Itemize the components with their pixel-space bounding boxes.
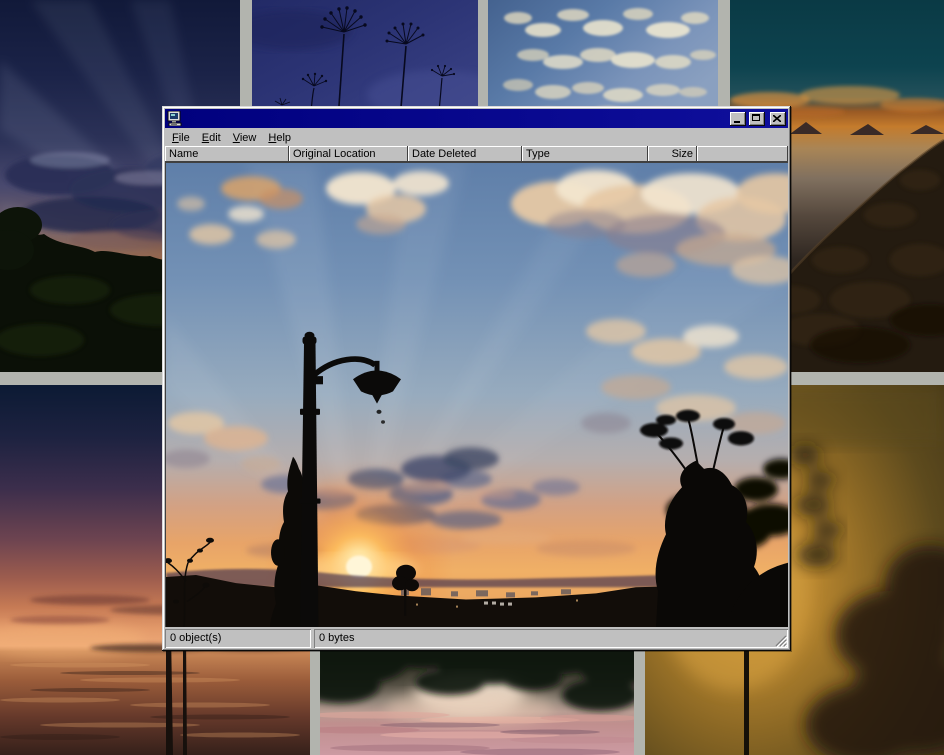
status-objects: 0 object(s): [165, 629, 311, 648]
title-bar[interactable]: [165, 109, 788, 128]
recycle-bin-window: File Edit View Help Name Original Locati…: [162, 106, 791, 651]
status-bytes: 0 bytes: [314, 629, 788, 648]
maximize-icon[interactable]: [749, 112, 765, 126]
column-header-type[interactable]: Type: [522, 146, 648, 162]
sun: [346, 556, 372, 578]
menu-help[interactable]: Help: [262, 130, 297, 145]
file-list-area[interactable]: [165, 162, 788, 627]
menu-view[interactable]: View: [227, 130, 263, 145]
column-header-date-deleted[interactable]: Date Deleted: [408, 146, 522, 162]
column-header-original-location[interactable]: Original Location: [289, 146, 408, 162]
lamp-sunset-photo: [166, 163, 788, 627]
resize-grip-icon[interactable]: [774, 634, 787, 647]
column-header-row: Name Original Location Date Deleted Type…: [165, 146, 788, 162]
menu-bar: File Edit View Help: [165, 128, 788, 146]
column-header-filler: [697, 146, 788, 162]
status-bar: 0 object(s) 0 bytes: [165, 627, 788, 648]
column-header-size[interactable]: Size: [648, 146, 697, 162]
desktop-wallpaper: File Edit View Help Name Original Locati…: [0, 0, 944, 755]
menu-file[interactable]: File: [166, 130, 196, 145]
close-icon[interactable]: [770, 112, 786, 126]
menu-edit[interactable]: Edit: [196, 130, 227, 145]
column-header-name[interactable]: Name: [165, 146, 289, 162]
computer-icon[interactable]: [167, 111, 183, 126]
collage-photo-altocumulus: [488, 0, 718, 120]
collage-photo-dried-flowers: [252, 0, 478, 120]
minimize-icon[interactable]: [730, 112, 746, 126]
